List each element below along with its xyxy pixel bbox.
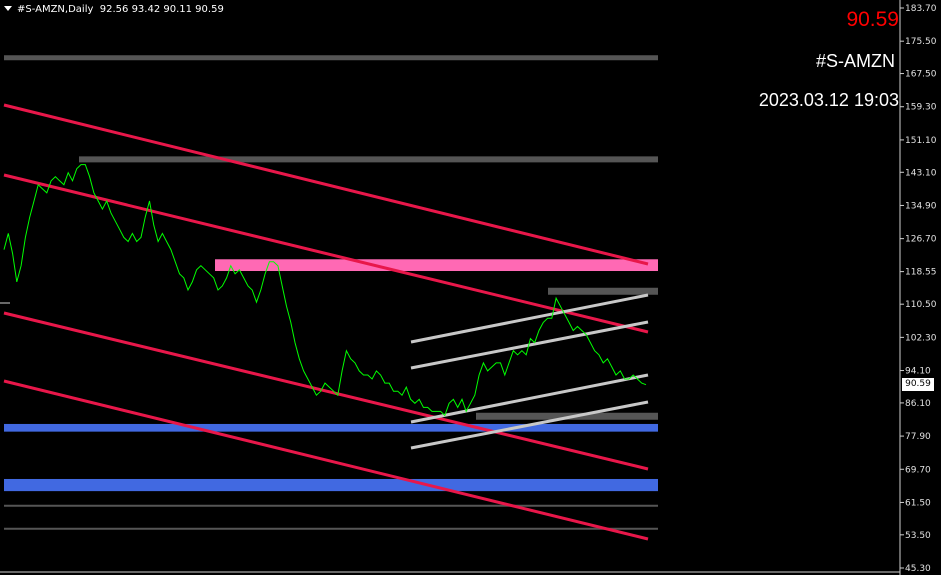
axis-tick-label: 94.10	[905, 367, 931, 377]
axis-tick-label: 45.30	[905, 564, 931, 574]
axis-tick-label: 61.50	[905, 498, 931, 508]
axis-tick-label: 118.55	[905, 268, 937, 278]
current-price-tag: 90.59	[902, 378, 934, 391]
symbol-label: #S-AMZN	[815, 51, 895, 71]
axis-tick-label: 110.50	[905, 300, 937, 310]
axis-tick-label: 69.70	[905, 465, 931, 475]
datetime-label: 2023.03.12 19:03	[758, 90, 899, 110]
axis-tick-label: 143.10	[905, 168, 937, 178]
symbol-timeframe: #S-AMZN,Daily	[17, 4, 94, 15]
axis-tick-label: 134.90	[905, 201, 937, 211]
axis-tick-label: 53.50	[905, 531, 931, 541]
axis-tick-label: 151.10	[905, 136, 937, 146]
axis-tick-label: 102.30	[905, 333, 937, 343]
axis-tick-label: 126.70	[905, 235, 937, 245]
support-zone	[4, 423, 658, 432]
chart-header: #S-AMZN,Daily 92.56 93.42 90.11 90.59	[4, 4, 224, 15]
axis-tick-label: 183.70	[905, 4, 937, 14]
support-zone	[4, 478, 658, 492]
dropdown-arrow-icon[interactable]	[4, 6, 12, 11]
axis-tick-label: 86.10	[905, 399, 931, 409]
axis-tick-label: 159.30	[905, 103, 937, 113]
axis-tick-label: 77.90	[905, 432, 931, 442]
price-chart[interactable]: 183.70 175.50 167.50 159.30 151.10 143.10 134.…	[0, 0, 941, 575]
resistance-zone	[215, 259, 658, 272]
last-price-label: 90.59	[846, 8, 899, 31]
axis-tick-label: 175.50	[905, 37, 937, 47]
axis-tick-label: 167.50	[905, 70, 937, 80]
ohlc-values: 92.56 93.42 90.11 90.59	[99, 4, 224, 15]
